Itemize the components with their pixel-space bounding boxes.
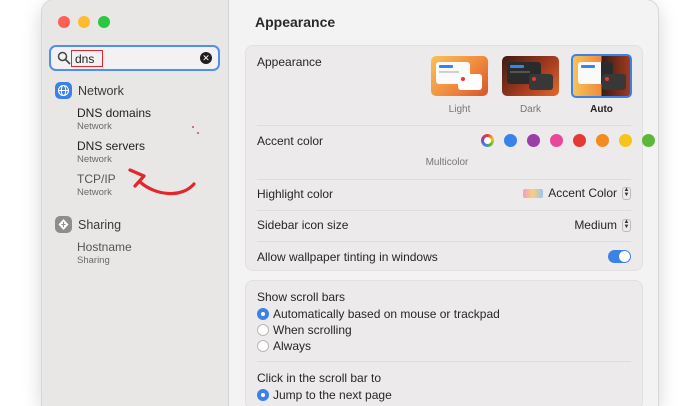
clear-search-icon[interactable]: ✕: [200, 52, 212, 64]
accent-swatch-pink[interactable]: [550, 134, 563, 147]
result-subtitle: Network: [77, 187, 112, 198]
accent-swatch-orange[interactable]: [596, 134, 609, 147]
radio-selected-icon: [257, 389, 269, 401]
sidebar: ✕ Network DNS domains Network DNS server…: [42, 0, 229, 406]
settings-window: ✕ Network DNS domains Network DNS server…: [42, 0, 658, 406]
divider: [257, 361, 631, 362]
search-field[interactable]: ✕: [49, 45, 220, 71]
radio-label: When scrolling: [273, 323, 352, 337]
appearance-light-label: Light: [448, 104, 471, 115]
accent-swatch-red[interactable]: [573, 134, 586, 147]
search-result-hostname[interactable]: Hostname Sharing: [77, 240, 132, 266]
appearance-auto-thumbnail[interactable]: [571, 54, 632, 98]
zoom-window-button[interactable]: [98, 16, 110, 28]
result-title: Hostname: [77, 240, 132, 254]
search-icon: [57, 51, 71, 65]
wallpaper-tinting-toggle[interactable]: [608, 250, 631, 263]
radio-label: Automatically based on mouse or trackpad: [273, 307, 500, 321]
search-input[interactable]: [71, 50, 103, 67]
result-title: TCP/IP: [77, 172, 116, 186]
annotation-dot: [192, 126, 194, 128]
highlight-color-value: Accent Color: [548, 186, 617, 200]
radio-click-next-page[interactable]: Jump to the next page: [257, 388, 392, 402]
search-result-dns-domains[interactable]: DNS domains Network: [77, 106, 151, 132]
radio-label: Jump to the next page: [273, 388, 392, 402]
annotation-arrow: [128, 168, 196, 196]
accent-swatch-yellow[interactable]: [619, 134, 632, 147]
annotation-dot: [197, 132, 199, 134]
appearance-settings-card: Appearance Light Dark Auto Accent color …: [245, 45, 643, 271]
accent-swatch-purple[interactable]: [527, 134, 540, 147]
radio-scroll-when-scrolling[interactable]: When scrolling: [257, 323, 352, 337]
search-result-tcp-ip[interactable]: TCP/IP Network: [77, 172, 116, 198]
section-sharing[interactable]: Sharing: [55, 216, 121, 233]
highlight-color-popup[interactable]: Accent Color ▲ ▼: [523, 186, 631, 200]
appearance-light-thumbnail[interactable]: [431, 56, 488, 96]
globe-icon: [55, 82, 72, 99]
result-subtitle: Sharing: [77, 255, 110, 266]
minimize-window-button[interactable]: [78, 16, 90, 28]
result-subtitle: Network: [77, 121, 112, 132]
appearance-dark-thumbnail[interactable]: [502, 56, 559, 96]
close-window-button[interactable]: [58, 16, 70, 28]
radio-label: Always: [273, 339, 312, 353]
appearance-dark-label: Dark: [519, 104, 542, 115]
accent-swatch-multicolor[interactable]: [481, 134, 494, 147]
click-scroll-bar-label: Click in the scroll bar to: [257, 371, 382, 385]
radio-selected-icon: [257, 308, 269, 320]
main-pane: Appearance Appearance Light Dark Auto Ac…: [229, 0, 658, 406]
section-sharing-label: Sharing: [78, 217, 122, 232]
accent-multicolor-caption: Multicolor: [425, 157, 469, 168]
show-scroll-bars-label: Show scroll bars: [257, 290, 346, 304]
radio-scroll-always[interactable]: Always: [257, 339, 311, 353]
radio-unselected-icon: [257, 340, 269, 352]
sidebar-icon-size-popup[interactable]: Medium ▲ ▼: [574, 218, 631, 232]
divider: [257, 125, 631, 126]
section-network-label: Network: [78, 83, 124, 98]
sharing-icon: [55, 216, 72, 233]
wallpaper-tinting-label: Allow wallpaper tinting in windows: [257, 250, 438, 264]
result-title: DNS servers: [77, 139, 146, 153]
highlight-swatch-icon: [523, 188, 544, 198]
accent-swatch-blue[interactable]: [504, 134, 517, 147]
divider: [257, 179, 631, 180]
result-title: DNS domains: [77, 106, 152, 120]
page-title: Appearance: [255, 14, 336, 30]
accent-swatch-green[interactable]: [642, 134, 655, 147]
chevron-updown-icon: ▲ ▼: [622, 218, 631, 232]
section-network[interactable]: Network: [55, 82, 124, 99]
sidebar-icon-size-value: Medium: [574, 218, 617, 232]
radio-scroll-automatic[interactable]: Automatically based on mouse or trackpad: [257, 307, 500, 321]
divider: [257, 241, 631, 242]
chevron-updown-icon: ▲ ▼: [622, 186, 631, 200]
scroll-settings-card: Show scroll bars Automatically based on …: [245, 280, 643, 406]
appearance-auto-label: Auto: [590, 104, 613, 115]
radio-unselected-icon: [257, 324, 269, 336]
divider: [257, 210, 631, 211]
